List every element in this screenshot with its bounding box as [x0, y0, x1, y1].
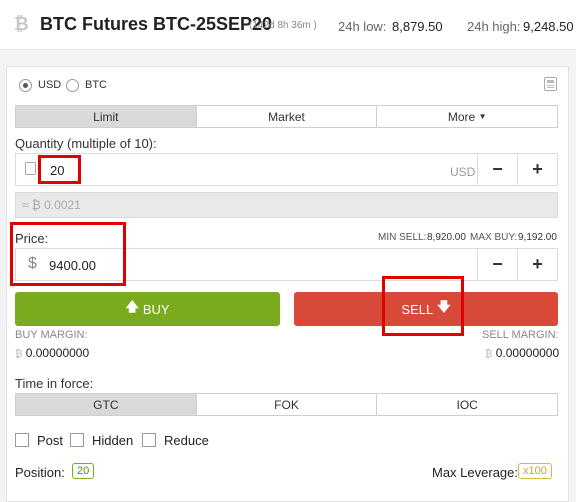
tif-fok[interactable]: FOK	[196, 394, 378, 415]
btc-equivalent-value: ≈ ₿ 0.0021	[22, 198, 81, 212]
tab-more[interactable]: More ▼	[377, 106, 558, 127]
position-label: Position:	[15, 465, 65, 480]
price-increment-button[interactable]: +	[517, 249, 557, 280]
buy-margin-row: ₿ 0.00000000	[15, 346, 89, 360]
calculator-icon[interactable]	[544, 77, 557, 91]
tif-gtc[interactable]: GTC	[16, 394, 197, 415]
tif-fok-label: FOK	[274, 397, 299, 412]
tab-market-label: Market	[268, 109, 305, 124]
post-checkbox[interactable]	[15, 433, 29, 447]
high-value: 9,248.50	[523, 19, 574, 34]
leverage-badge: x100	[518, 463, 552, 479]
bitcoin-icon: ₿	[15, 349, 23, 360]
usd-radio[interactable]	[19, 79, 32, 92]
usd-label: USD	[38, 79, 62, 91]
sell-margin-row: ₿ 0.00000000	[485, 346, 559, 360]
btc-radio[interactable]	[66, 79, 79, 92]
price-highlight-box	[10, 222, 126, 286]
leverage-label: Max Leverage:	[432, 465, 518, 480]
high-label: 24h high:	[467, 19, 521, 34]
reduce-label: Reduce	[164, 433, 209, 448]
copy-icon[interactable]	[25, 162, 36, 175]
buy-margin-value: 0.00000000	[25, 346, 90, 360]
reduce-checkbox[interactable]	[142, 433, 156, 447]
quantity-increment-button[interactable]: +	[517, 154, 557, 185]
tif-label: Time in force:	[15, 376, 94, 391]
quantity-label: Quantity (multiple of 10):	[15, 136, 157, 151]
buy-margin-label: BUY MARGIN:	[15, 329, 88, 341]
quantity-highlight-box	[38, 155, 81, 184]
hidden-checkbox[interactable]	[70, 433, 84, 447]
min-sell-value: 8,920.00	[427, 232, 466, 243]
buy-button[interactable]: 🡅 BUY	[15, 292, 280, 326]
max-buy-label: MAX BUY:	[470, 232, 518, 243]
quantity-unit: USD	[450, 165, 476, 179]
tif-tabs: GTC FOK IOC	[15, 393, 558, 416]
max-buy-value: 9,192.00	[518, 232, 557, 243]
tab-market[interactable]: Market	[196, 106, 378, 127]
price-decrement-button[interactable]: −	[477, 249, 517, 280]
tif-ioc[interactable]: IOC	[377, 394, 558, 415]
tab-limit[interactable]: Limit	[16, 106, 197, 127]
caret-down-icon: ▼	[478, 112, 487, 121]
btc-equivalent-field: ≈ ₿ 0.0021	[15, 192, 558, 218]
order-type-tabs: Limit Market More ▼	[15, 105, 558, 128]
tab-limit-label: Limit	[93, 109, 119, 124]
tif-gtc-label: GTC	[93, 397, 119, 412]
tif-ioc-label: IOC	[456, 397, 478, 412]
sell-margin-label: SELL MARGIN:	[482, 329, 559, 341]
buy-label: BUY	[142, 301, 170, 317]
bitcoin-icon: ₿	[485, 349, 493, 360]
low-label: 24h low:	[338, 19, 387, 34]
position-badge: 20	[72, 463, 95, 479]
low-value: 8,879.50	[392, 19, 443, 34]
btc-label: BTC	[85, 79, 107, 91]
quantity-field: 20 USD − +	[15, 153, 558, 186]
header-bar: ₿ BTC Futures BTC-25SEP20 (142d 8h 36m )…	[0, 0, 576, 50]
expiry-countdown: (142d 8h 36m )	[249, 20, 317, 31]
sell-highlight-box	[382, 276, 464, 336]
sell-margin-value: 0.00000000	[495, 346, 560, 360]
instrument-title: BTC Futures BTC-25SEP20	[40, 14, 273, 34]
post-label: Post	[37, 433, 64, 448]
arrow-up-icon: 🡅	[125, 299, 139, 314]
min-sell-label: MIN SELL:	[378, 232, 427, 243]
tab-more-label: More	[447, 109, 476, 124]
hidden-label: Hidden	[92, 433, 134, 448]
bitcoin-icon: ₿	[14, 14, 29, 34]
quantity-decrement-button[interactable]: −	[477, 154, 517, 185]
